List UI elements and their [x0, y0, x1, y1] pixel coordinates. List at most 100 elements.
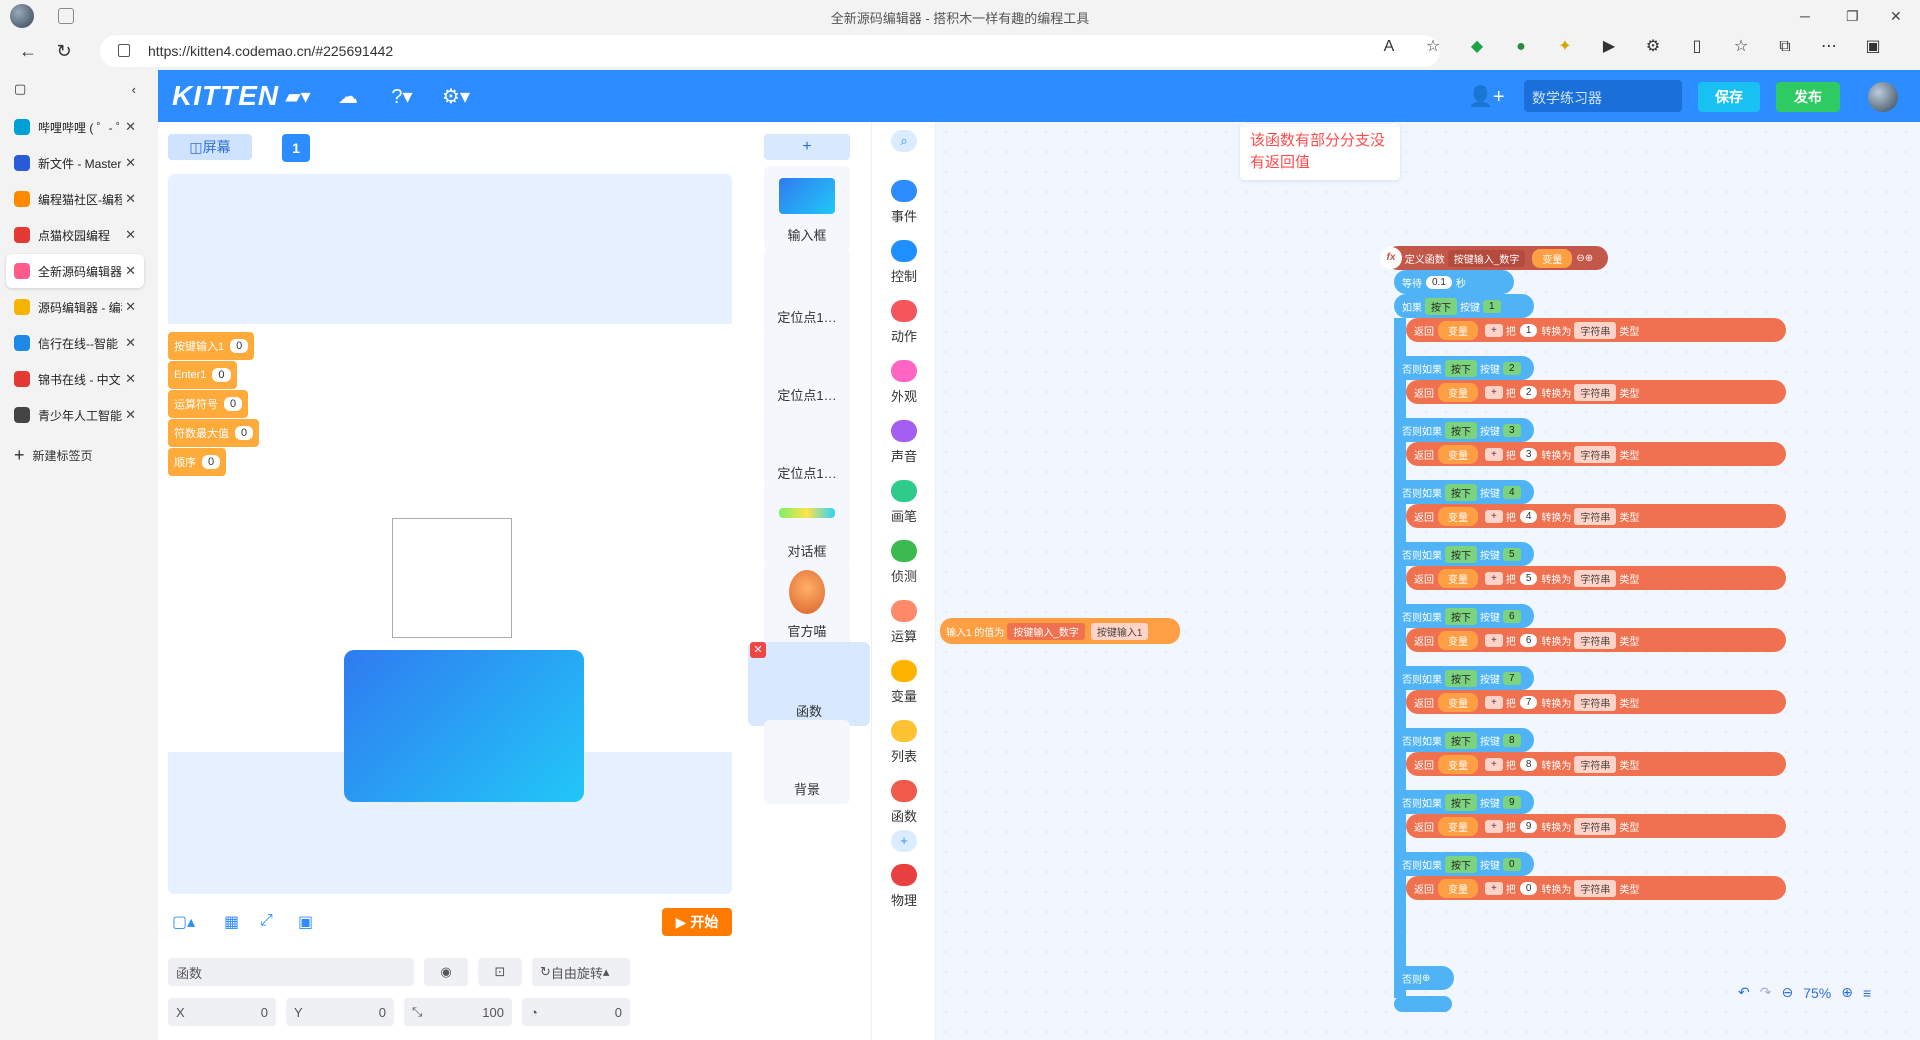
string-type-dropdown[interactable]: 字符串	[1574, 569, 1617, 587]
key-string[interactable]: 7	[1519, 695, 1538, 709]
extension-globe-icon[interactable]: ●	[1512, 38, 1530, 56]
close-tab-icon[interactable]: ✕	[125, 371, 136, 387]
zoom-out-icon[interactable]: ⊖	[1781, 984, 1793, 1001]
close-tab-icon[interactable]: ✕	[125, 335, 136, 351]
press-dropdown[interactable]: 按下	[1445, 359, 1477, 377]
browser-tab[interactable]: 编程猫社区-编程 ✕	[6, 182, 144, 216]
return-block[interactable]: 返回 变量 + 把 3 转换为 字符串 类型	[1406, 442, 1786, 466]
var-reporter[interactable]: 变量	[1438, 506, 1478, 526]
string-type-dropdown[interactable]: 字符串	[1574, 321, 1617, 339]
if-key-block[interactable]: 否则如果 按下 按键 8	[1394, 728, 1534, 752]
category-5[interactable]: 画笔	[872, 480, 936, 525]
set-var-block[interactable]: 输入1 的值为 按键输入_数字 按键输入1	[940, 618, 1180, 644]
url-field[interactable]: https://kitten4.codemao.cn/#225691442	[100, 35, 1440, 67]
visibility-eye-icon[interactable]: ◉	[424, 958, 468, 986]
browser-tab[interactable]: 源码编辑器 - 编程✕	[6, 290, 144, 324]
press-dropdown[interactable]: 按下	[1445, 793, 1477, 811]
key-value[interactable]: 8	[1503, 733, 1521, 747]
refresh-icon[interactable]: ↻	[46, 41, 82, 62]
play-icon[interactable]: ▶	[1600, 38, 1618, 56]
variable-monitor[interactable]: 顺序 0	[168, 448, 227, 476]
plus-operator[interactable]: +	[1485, 695, 1503, 709]
cloud-save-icon[interactable]: ☁	[334, 84, 362, 108]
plus-operator[interactable]: +	[1485, 757, 1503, 771]
more-icon[interactable]: ⋯	[1820, 38, 1838, 56]
add-sprite-button[interactable]: +	[764, 134, 850, 160]
sprite-card[interactable]: 官方喵	[764, 562, 850, 646]
lock-icon[interactable]	[118, 44, 130, 57]
string-type-dropdown[interactable]: 字符串	[1574, 631, 1617, 649]
if-key-block[interactable]: 否则如果 按下 按键 4	[1394, 480, 1534, 504]
minimize-icon[interactable]: ─	[1800, 8, 1810, 24]
key-value[interactable]: 0	[1503, 857, 1521, 871]
plus-operator[interactable]: +	[1485, 323, 1503, 337]
help-icon[interactable]: ?▾	[388, 84, 416, 108]
size-field[interactable]: ⤡ 100	[404, 998, 512, 1026]
sprite-card[interactable]: 对话框	[764, 482, 850, 566]
key-value[interactable]: 3	[1503, 423, 1521, 437]
undo-icon[interactable]: ↶	[1738, 984, 1750, 1001]
press-dropdown[interactable]: 按下	[1445, 855, 1477, 873]
sidebar-icon[interactable]: ▣	[1864, 38, 1882, 56]
back-icon[interactable]: ←	[10, 41, 46, 62]
browser-tab[interactable]: 锦书在线 - 中文 ✕	[6, 362, 144, 396]
return-block[interactable]: 返回 变量 + 把 4 转换为 字符串 类型	[1406, 504, 1786, 528]
key-string[interactable]: 3	[1519, 447, 1538, 461]
if-key-block[interactable]: 否则如果 按下 按键 7	[1394, 666, 1534, 690]
grid-icon[interactable]: ▦	[224, 912, 239, 932]
press-dropdown[interactable]: 按下	[1425, 297, 1457, 315]
key-value[interactable]: 2	[1503, 361, 1521, 375]
browser-tab[interactable]: 信行在线--智能 ✕	[6, 326, 144, 360]
var-reporter[interactable]: 变量	[1438, 568, 1478, 588]
var-reporter[interactable]: 变量	[1438, 320, 1478, 340]
close-tab-icon[interactable]: ✕	[125, 119, 136, 135]
restore-icon[interactable]: ❐	[1846, 8, 1859, 25]
if-key-block[interactable]: 否则如果 按下 按键 9	[1394, 790, 1534, 814]
split-screen-icon[interactable]: ▯	[1688, 38, 1706, 56]
key-value[interactable]: 7	[1503, 671, 1521, 685]
collapse-tabs-icon[interactable]: ‹	[132, 82, 136, 97]
variable-monitor[interactable]: 符数最大值 0	[168, 419, 260, 447]
rotation-mode-select[interactable]: ↻ 自由旋转 ▴	[532, 958, 630, 986]
key-string[interactable]: 2	[1519, 385, 1538, 399]
key-string[interactable]: 8	[1519, 757, 1538, 771]
screenshot-icon[interactable]: ▣	[298, 912, 313, 932]
var-reporter[interactable]: 变量	[1438, 878, 1478, 898]
plus-operator[interactable]: +	[1485, 881, 1503, 895]
category-8[interactable]: 变量	[872, 660, 936, 705]
category-2[interactable]: 动作	[872, 300, 936, 345]
redo-icon[interactable]: ↷	[1760, 984, 1772, 1001]
close-tab-icon[interactable]: ✕	[125, 191, 136, 207]
x-field[interactable]: X0	[168, 998, 276, 1026]
fullscreen-icon[interactable]: ⤢	[260, 912, 273, 930]
if-key-block[interactable]: 否则如果 按下 按键 3	[1394, 418, 1534, 442]
if-key-block[interactable]: 如果 按下 按键 1	[1394, 294, 1534, 318]
if-key-block[interactable]: 否则如果 按下 按键 2	[1394, 356, 1534, 380]
category-10[interactable]: 函数	[872, 780, 936, 825]
variable-monitor[interactable]: 按键输入1 0	[168, 332, 255, 360]
key-value[interactable]: 1	[1483, 299, 1501, 313]
close-tab-icon[interactable]: ✕	[125, 263, 136, 279]
zoom-in-icon[interactable]: ⊕	[1841, 984, 1853, 1001]
y-field[interactable]: Y0	[286, 998, 394, 1026]
category-0[interactable]: 事件	[872, 180, 936, 225]
plus-operator[interactable]: +	[1485, 447, 1503, 461]
string-type-dropdown[interactable]: 字符串	[1574, 755, 1617, 773]
input-box-sprite[interactable]	[344, 650, 584, 802]
new-tab-button[interactable]: + 新建标签页	[0, 440, 150, 470]
press-dropdown[interactable]: 按下	[1445, 731, 1477, 749]
return-block[interactable]: 返回 变量 + 把 1 转换为 字符串 类型	[1406, 318, 1786, 342]
category-9[interactable]: 列表	[872, 720, 936, 765]
category-11[interactable]: 物理	[872, 864, 936, 909]
category-6[interactable]: 侦测	[872, 540, 936, 585]
key-string[interactable]: 9	[1519, 819, 1538, 833]
variable-monitor[interactable]: 运算符号 0	[168, 390, 249, 418]
plus-operator[interactable]: +	[1485, 633, 1503, 647]
return-block[interactable]: 返回 变量 + 把 7 转换为 字符串 类型	[1406, 690, 1786, 714]
var-reporter[interactable]: 变量	[1438, 816, 1478, 836]
var-reporter[interactable]: 变量	[1438, 630, 1478, 650]
return-block[interactable]: 返回 变量 + 把 0 转换为 字符串 类型	[1406, 876, 1786, 900]
return-block[interactable]: 返回 变量 + 把 9 转换为 字符串 类型	[1406, 814, 1786, 838]
page-number[interactable]: 1	[282, 134, 310, 162]
if-key-block[interactable]: 否则如果 按下 按键 6	[1394, 604, 1534, 628]
